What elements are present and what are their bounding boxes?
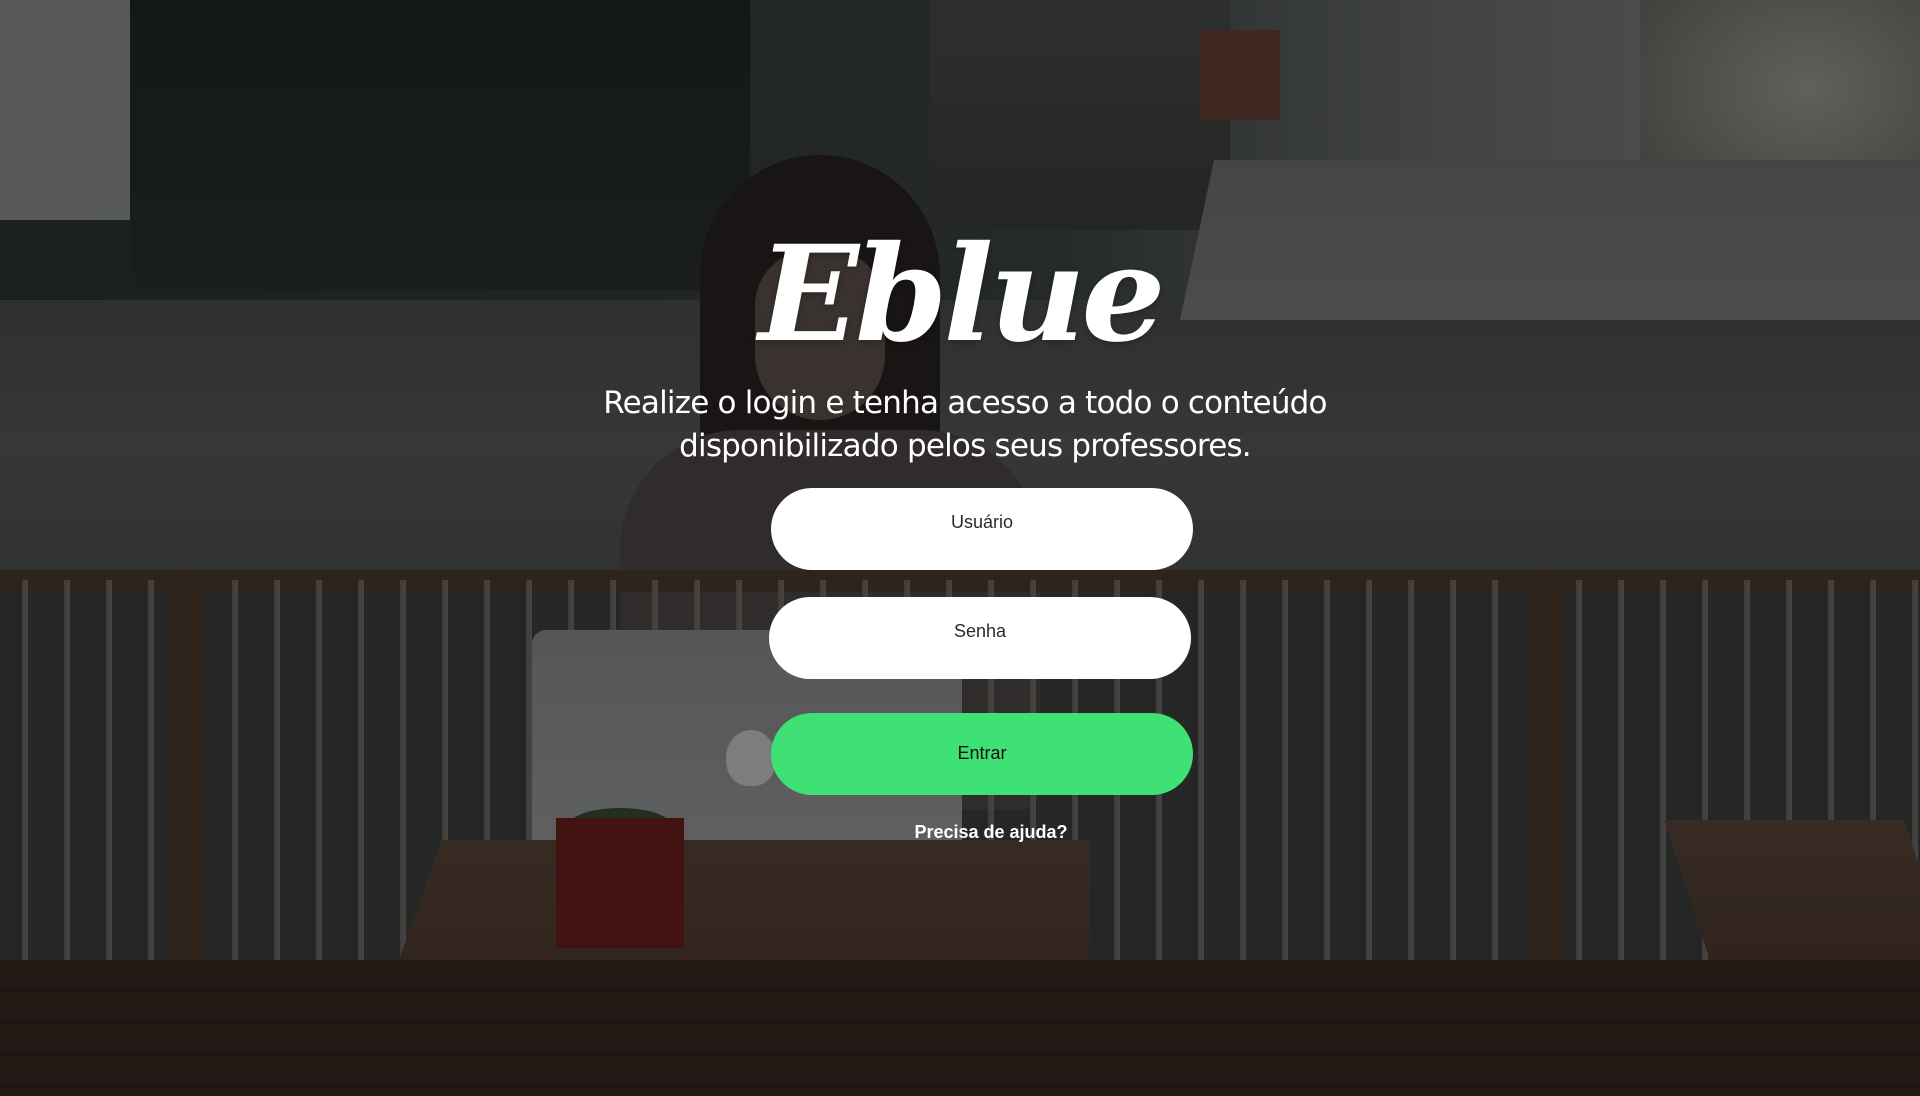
tagline-line-1: Realize o login e tenha acesso a todo o … xyxy=(603,385,1327,421)
help-link[interactable]: Precisa de ajuda? xyxy=(880,822,1102,843)
login-page: Eblue Realize o login e tenha acesso a t… xyxy=(0,0,1920,1096)
login-tagline: Realize o login e tenha acesso a todo o … xyxy=(560,382,1370,468)
tagline-line-2: disponibilizado pelos seus professores. xyxy=(679,428,1252,464)
password-input[interactable] xyxy=(769,597,1191,679)
username-input[interactable] xyxy=(771,488,1193,570)
login-button[interactable]: Entrar xyxy=(771,713,1193,795)
brand-logo: Eblue xyxy=(758,217,1165,372)
